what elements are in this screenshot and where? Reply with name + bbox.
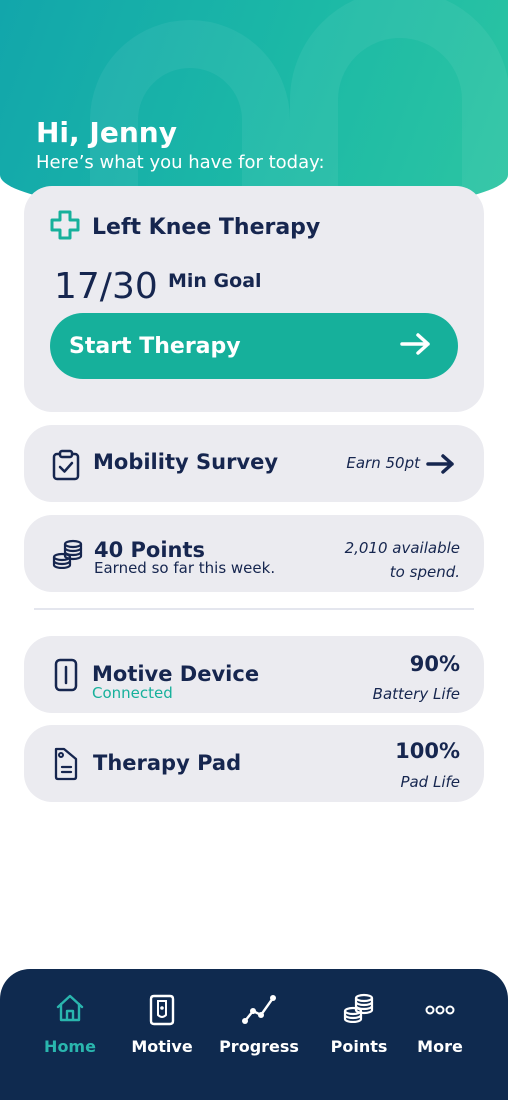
motive-device-card[interactable]: Motive Device Connected 90% Battery Life bbox=[24, 636, 484, 713]
start-therapy-label: Start Therapy bbox=[69, 333, 241, 359]
battery-percent: 90% bbox=[409, 652, 460, 676]
points-available-line1: 2,010 available bbox=[344, 539, 460, 557]
greeting-subtitle: Here’s what you have for today: bbox=[36, 152, 325, 173]
medical-cross-icon bbox=[50, 210, 80, 244]
header-banner bbox=[0, 0, 508, 215]
points-available-line2: to spend. bbox=[389, 563, 460, 581]
points-card[interactable]: 40 Points Earned so far this week. 2,010… bbox=[24, 515, 484, 592]
mobility-survey-card[interactable]: Mobility Survey Earn 50pt bbox=[24, 425, 484, 502]
therapy-goal-label: Min Goal bbox=[168, 270, 262, 292]
header-decoration bbox=[290, 0, 508, 215]
more-dots-icon bbox=[425, 1001, 455, 1020]
points-subtitle: Earned so far this week. bbox=[94, 559, 276, 577]
therapy-progress-value: 17/30 bbox=[54, 266, 158, 307]
nav-item-progress[interactable]: Progress bbox=[219, 969, 299, 1100]
progress-graph-icon bbox=[241, 993, 277, 1029]
therapy-pad-card[interactable]: Therapy Pad 100% Pad Life bbox=[24, 725, 484, 802]
arrow-right-icon bbox=[426, 453, 456, 479]
home-icon bbox=[55, 993, 85, 1027]
greeting-title: Hi, Jenny bbox=[36, 116, 177, 149]
mobility-survey-title: Mobility Survey bbox=[93, 450, 279, 474]
battery-life-label: Battery Life bbox=[372, 685, 460, 703]
nav-label-more: More bbox=[417, 1037, 463, 1056]
therapy-pad-title: Therapy Pad bbox=[93, 751, 242, 775]
arrow-right-icon bbox=[400, 332, 432, 360]
coins-icon bbox=[52, 539, 84, 573]
start-therapy-button[interactable]: Start Therapy bbox=[50, 313, 458, 379]
nav-label-home: Home bbox=[44, 1037, 96, 1056]
therapy-title-row: Left Knee Therapy bbox=[50, 210, 320, 244]
therapy-title: Left Knee Therapy bbox=[92, 214, 321, 240]
nav-label-progress: Progress bbox=[219, 1037, 299, 1056]
coins-icon bbox=[343, 993, 375, 1027]
device-status-label: Connected bbox=[92, 684, 173, 702]
nav-item-motive[interactable]: Motive bbox=[131, 969, 193, 1100]
motive-device-title: Motive Device bbox=[92, 662, 260, 686]
section-divider bbox=[34, 608, 474, 610]
pad-tag-icon bbox=[52, 747, 80, 785]
device-icon bbox=[148, 993, 176, 1031]
survey-reward-label: Earn 50pt bbox=[346, 454, 420, 472]
device-icon bbox=[54, 658, 78, 696]
nav-label-points: Points bbox=[330, 1037, 388, 1056]
bottom-nav-bar: Home Motive Progress Points More bbox=[0, 969, 508, 1100]
clipboard-check-icon bbox=[52, 449, 80, 485]
nav-item-more[interactable]: More bbox=[410, 969, 470, 1100]
nav-item-points[interactable]: Points bbox=[329, 969, 389, 1100]
nav-label-motive: Motive bbox=[131, 1037, 193, 1056]
nav-item-home[interactable]: Home bbox=[40, 969, 100, 1100]
pad-life-percent: 100% bbox=[395, 739, 460, 763]
pad-life-label: Pad Life bbox=[400, 773, 460, 791]
